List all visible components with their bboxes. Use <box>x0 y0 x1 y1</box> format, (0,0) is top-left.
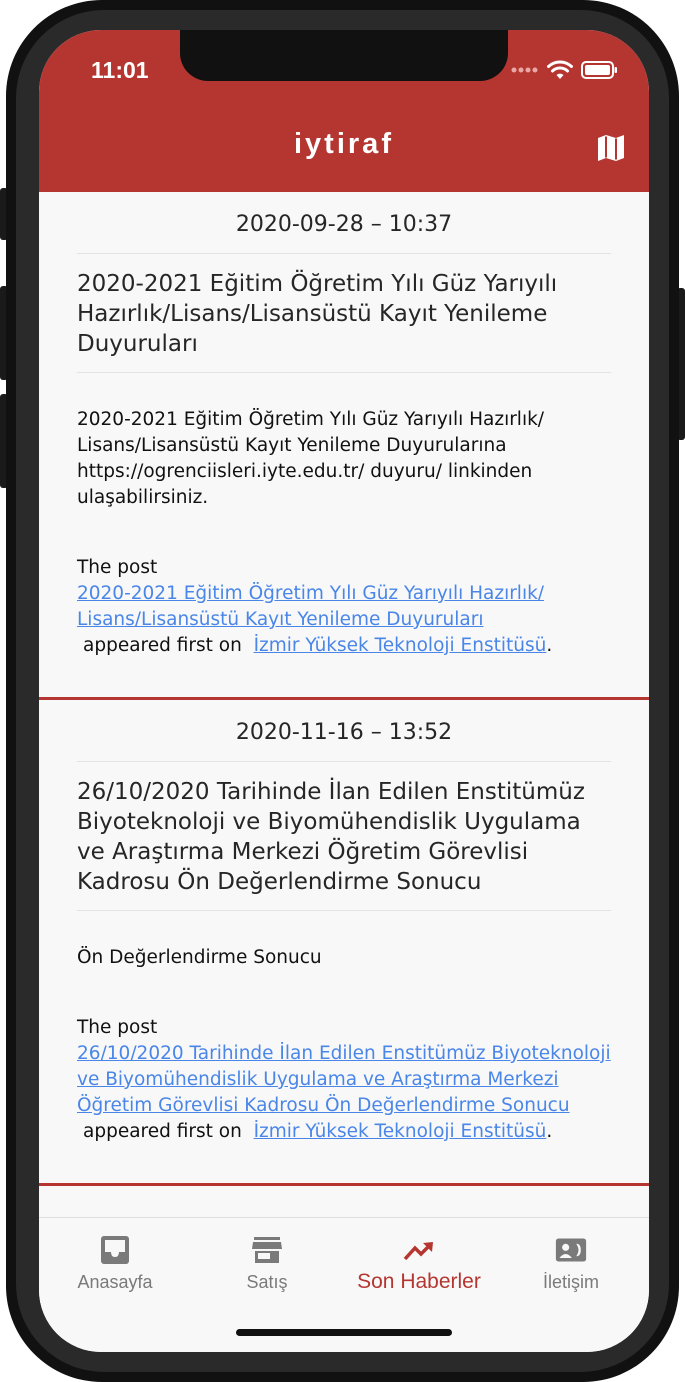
site-link[interactable]: İzmir Yüksek Teknoloji Enstitüsü <box>254 1121 547 1142</box>
post-footer: The post 26/10/2020 Tarihinde İlan Edile… <box>77 971 611 1183</box>
home-indicator[interactable] <box>236 1329 452 1336</box>
tab-label: Son Haberler <box>357 1270 481 1293</box>
post-title: 26/10/2020 Tarihinde İlan Edilen Enstitü… <box>77 762 611 911</box>
app-screen: 11:01 iytiraf 2020-09-28 – 10:37 2020-20… <box>39 30 649 1352</box>
post-body: 2020-2021 Eğitim Öğretim Yılı Güz Yarıyı… <box>77 409 545 508</box>
store-icon <box>252 1237 282 1263</box>
post-footer-end: . <box>546 1121 553 1142</box>
news-feed[interactable]: 2020-09-28 – 10:37 2020-2021 Eğitim Öğre… <box>39 192 649 1217</box>
post-footer-middle: appeared first on <box>83 1121 242 1142</box>
inbox-icon <box>101 1236 129 1264</box>
post-title: 2020-2021 Eğitim Öğretim Yılı Güz Yarıyı… <box>77 254 611 373</box>
post-footer-end: . <box>546 635 553 656</box>
wifi-icon <box>547 60 573 79</box>
news-post: 2020-09-28 – 10:37 2020-2021 Eğitim Öğre… <box>39 192 649 700</box>
tab-satis[interactable]: Satış <box>191 1234 343 1293</box>
map-icon[interactable] <box>596 133 626 163</box>
post-link[interactable]: 2020-2021 Eğitim Öğretim Yılı Güz Yarıyı… <box>77 581 611 633</box>
status-icons <box>511 60 619 80</box>
cellular-signal-icon <box>511 67 538 73</box>
battery-icon <box>581 61 617 79</box>
post-footer-prefix: The post <box>77 557 158 578</box>
trending-up-icon <box>403 1242 433 1261</box>
post-date: 2020-09-28 – 10:37 <box>77 192 611 254</box>
contact-phone-icon <box>555 1238 587 1262</box>
phone-device: 11:01 iytiraf 2020-09-28 – 10:37 2020-20… <box>0 0 685 1382</box>
device-notch <box>180 30 508 81</box>
app-header: 11:01 iytiraf <box>39 30 649 192</box>
tab-son-haberler[interactable]: Son Haberler <box>343 1234 495 1294</box>
post-footer-middle: appeared first on <box>83 635 242 656</box>
tab-iletisim[interactable]: İletişim <box>495 1234 647 1293</box>
site-link[interactable]: İzmir Yüksek Teknoloji Enstitüsü <box>254 635 547 656</box>
tab-label: İletişim <box>542 1272 599 1292</box>
tab-label: Satış <box>246 1272 288 1292</box>
post-footer-prefix: The post <box>77 1017 158 1038</box>
post-body: Ön Değerlendirme Sonucu <box>77 947 322 968</box>
post-date: 2020-11-16 – 13:52 <box>77 700 611 762</box>
app-title: iytiraf <box>294 128 394 160</box>
status-time: 11:01 <box>91 57 149 83</box>
post-footer: The post 2020-2021 Eğitim Öğretim Yılı G… <box>77 511 611 697</box>
news-post: 2020-11-16 – 13:52 26/10/2020 Tarihinde … <box>39 700 649 1186</box>
tab-label: Anasayfa <box>77 1272 153 1292</box>
post-link[interactable]: 26/10/2020 Tarihinde İlan Edilen Enstitü… <box>77 1041 611 1119</box>
tab-anasayfa[interactable]: Anasayfa <box>39 1234 191 1293</box>
